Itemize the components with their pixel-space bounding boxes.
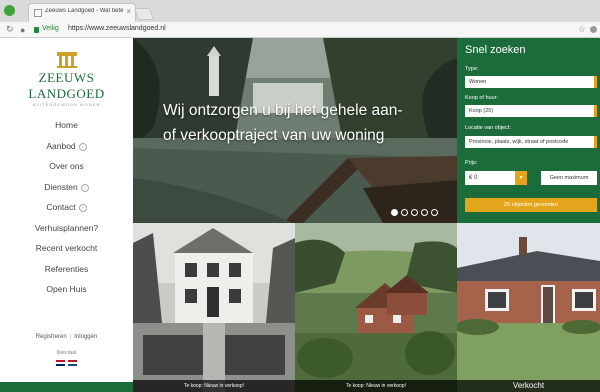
hero-headline: Wij ontzorgen u bij het gehele aan- of v… [163,98,453,148]
address-bar: ↻ ● Veilig https://www.zeeuwslandgoed.nl… [0,22,600,38]
language-label: Kies taal [56,350,77,356]
tile-caption: Te koop: Nieuw in verkoop! [133,380,295,392]
slide-dot[interactable] [411,209,418,216]
logo-tagline: BUITENGEWOON WONEN [32,102,101,107]
menu-item-label: Home [55,120,78,130]
building-logo-icon [56,52,77,68]
menu-item-over-ons[interactable]: Over ons [0,159,133,180]
mode-label: Koop of huur: [465,95,499,101]
slide-dot[interactable] [401,209,408,216]
results-button[interactable]: 25 objecten gevonden [465,198,597,212]
main-menu: Home Aanbod › Over ons Diensten › Contact › Verh… [0,118,133,303]
menu-item-label: Contact [46,202,76,212]
search-title: Snel zoeken [465,44,526,56]
menu-item-label: Over ons [49,161,84,171]
price-label: Prijs: [465,160,478,166]
lock-icon [34,27,39,33]
info-icon[interactable]: ● [20,25,25,35]
secure-label: Veilig [42,25,59,32]
window-control-icon[interactable] [4,5,15,16]
slide-dot[interactable] [421,209,428,216]
sidebar-footer-bar [0,382,133,392]
listing-tile[interactable]: Te koop: Nieuw in verkoop! [133,223,295,392]
chevron-right-icon[interactable]: › [78,204,87,212]
menu-item-label: Recent verkocht [35,243,98,253]
logo-name: ZEEUWS LANDGOED [28,70,105,101]
en-flag-icon[interactable] [56,360,65,366]
slide-dot[interactable] [431,209,438,216]
menu-item-diensten[interactable]: Diensten › [0,180,133,201]
chevron-right-icon[interactable]: › [80,183,89,192]
reload-icon[interactable]: ↻ [6,24,14,35]
hero-slider: Wij ontzorgen u bij het gehele aan- of v… [133,38,457,223]
new-tab-button[interactable] [133,8,155,20]
type-label: Type: [465,66,479,72]
menu-item-label: Referenties [44,263,89,274]
listing-tile[interactable]: Verkocht [457,223,600,392]
auth-links: Registreren | Inloggen [35,334,98,340]
listing-photo [457,223,600,392]
url-field[interactable]: https://www.zeeuwslandgoed.nl [68,25,166,32]
type-select[interactable]: Wonen [465,76,597,88]
location-input[interactable]: Provincie, plaats, wijk, straat of postc… [465,136,597,148]
bookmark-star-icon[interactable]: ☆ [578,24,586,35]
register-link[interactable]: Registreren [36,334,67,340]
browser-tab-bar: Zeeuws Landgoed - Wat betekent... × [0,0,600,22]
sidebar: ZEEUWS LANDGOED BUITENGEWOON WONEN Home A… [0,38,133,392]
menu-item-home[interactable]: Home [0,118,133,139]
page: Zeeuws Landgoed - Wat betekent... × ↻ ● … [0,0,600,392]
price-min-select[interactable]: € 0 [465,171,515,185]
nl-flag-icon[interactable] [68,360,77,366]
menu-item-open-huis[interactable]: Open Huis [0,282,133,303]
location-label: Locatie van object: [465,125,511,131]
buy-rent-select[interactable]: Koop (25) [465,105,597,117]
menu-item-recent-verkocht[interactable]: Recent verkocht [0,241,133,262]
chevron-down-icon[interactable]: ▾ [515,171,527,185]
site-logo[interactable]: ZEEUWS LANDGOED BUITENGEWOON WONEN [0,52,133,107]
listing-photo [295,223,457,392]
menu-item-label: Diensten [44,181,78,192]
tile-caption: Te koop: Nieuw in verkoop! [295,380,457,392]
menu-item-label: Aanbod [46,140,76,151]
menu-item-verhuisplannen[interactable]: Verhuisplannen? [0,221,133,242]
slide-dot[interactable] [391,209,398,216]
browser-tab[interactable]: Zeeuws Landgoed - Wat betekent... × [28,3,136,22]
menu-item-referenties[interactable]: Referenties [0,262,133,283]
menu-item-contact[interactable]: Contact › [0,200,133,221]
hero-line-2: of verkooptraject van uw woning [163,127,385,144]
menu-item-label: Verhuisplannen? [34,222,99,233]
listing-photo [133,223,295,392]
close-tab-icon[interactable]: × [126,7,131,16]
price-max-select[interactable]: Geen maximum [541,171,597,185]
chevron-right-icon[interactable]: › [78,142,87,151]
hero-line-1: Wij ontzorgen u bij het gehele aan- [163,102,403,119]
listing-tile[interactable]: Te koop: Nieuw in verkoop! [295,223,457,392]
favicon-icon [34,9,42,17]
language-selector [56,360,78,366]
menu-item-label: Open Huis [46,284,87,294]
menu-item-aanbod[interactable]: Aanbod › [0,139,133,160]
tile-caption: Verkocht [457,380,600,392]
quick-search-panel: Snel zoeken Type: Wonen Koop of huur: Ko… [457,38,600,223]
extension-icon[interactable] [590,26,597,33]
tab-title: Zeeuws Landgoed - Wat betekent... [45,8,123,14]
login-link[interactable]: Inloggen [74,334,97,340]
